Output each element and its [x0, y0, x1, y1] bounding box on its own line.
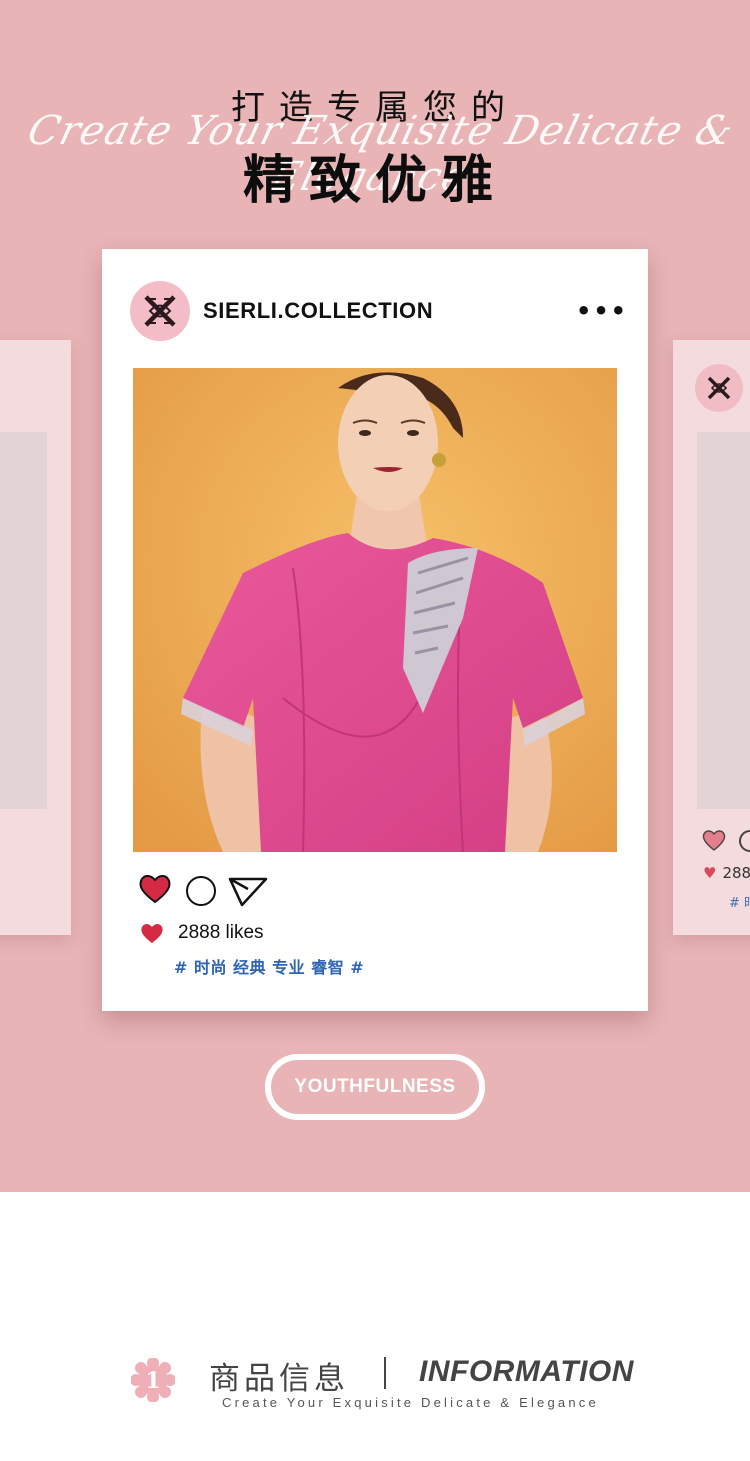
comment-icon[interactable] — [186, 876, 216, 906]
info-title-en: INFORMATION — [419, 1355, 634, 1388]
headline-large: 精致优雅 — [242, 151, 507, 211]
hashtags[interactable]: # 时尚 经典 专业 睿智 # — [174, 954, 364, 978]
side-likes-count: 288 — [722, 864, 750, 882]
side-card-photo-placeholder — [697, 432, 750, 809]
comment-icon — [739, 830, 750, 852]
post-card: SIERLI.COLLECTION ••• 2888 likes # 时尚 经典… — [102, 249, 648, 1011]
brand-monogram-icon — [695, 364, 743, 412]
youthfulness-badge: YOUTHFULNESS — [265, 1054, 485, 1120]
heart-icon — [141, 924, 163, 943]
info-divider — [384, 1357, 386, 1389]
account-name[interactable]: SIERLI.COLLECTION — [203, 298, 433, 324]
side-card-left — [0, 340, 71, 935]
brand-monogram-icon[interactable] — [130, 281, 190, 341]
side-card-photo-placeholder — [0, 432, 47, 809]
info-subtitle: Create Your Exquisite Delicate & Eleganc… — [222, 1395, 599, 1410]
side-card-right: ♥288 # 时 — [673, 340, 750, 935]
model-photo — [133, 368, 617, 852]
heart-icon — [702, 830, 726, 851]
likes-count: 2888 likes — [178, 922, 264, 943]
info-title-cn: 商品信息 — [209, 1361, 349, 1397]
post-photo[interactable] — [133, 368, 617, 852]
share-send-icon[interactable] — [228, 875, 268, 907]
side-hashtag: # 时 — [729, 896, 750, 911]
more-options-icon[interactable]: ••• — [576, 299, 628, 323]
side-likes: ♥ 288 — [703, 864, 750, 882]
likes-row: 2888 likes — [140, 922, 264, 944]
hero-section: 打造专属您的 Create Your Exquisite Delicate & … — [0, 0, 750, 1192]
flower-number-badge-icon: 1 — [131, 1358, 175, 1402]
like-heart-icon[interactable] — [138, 873, 172, 905]
info-number: 1 — [145, 1368, 160, 1394]
